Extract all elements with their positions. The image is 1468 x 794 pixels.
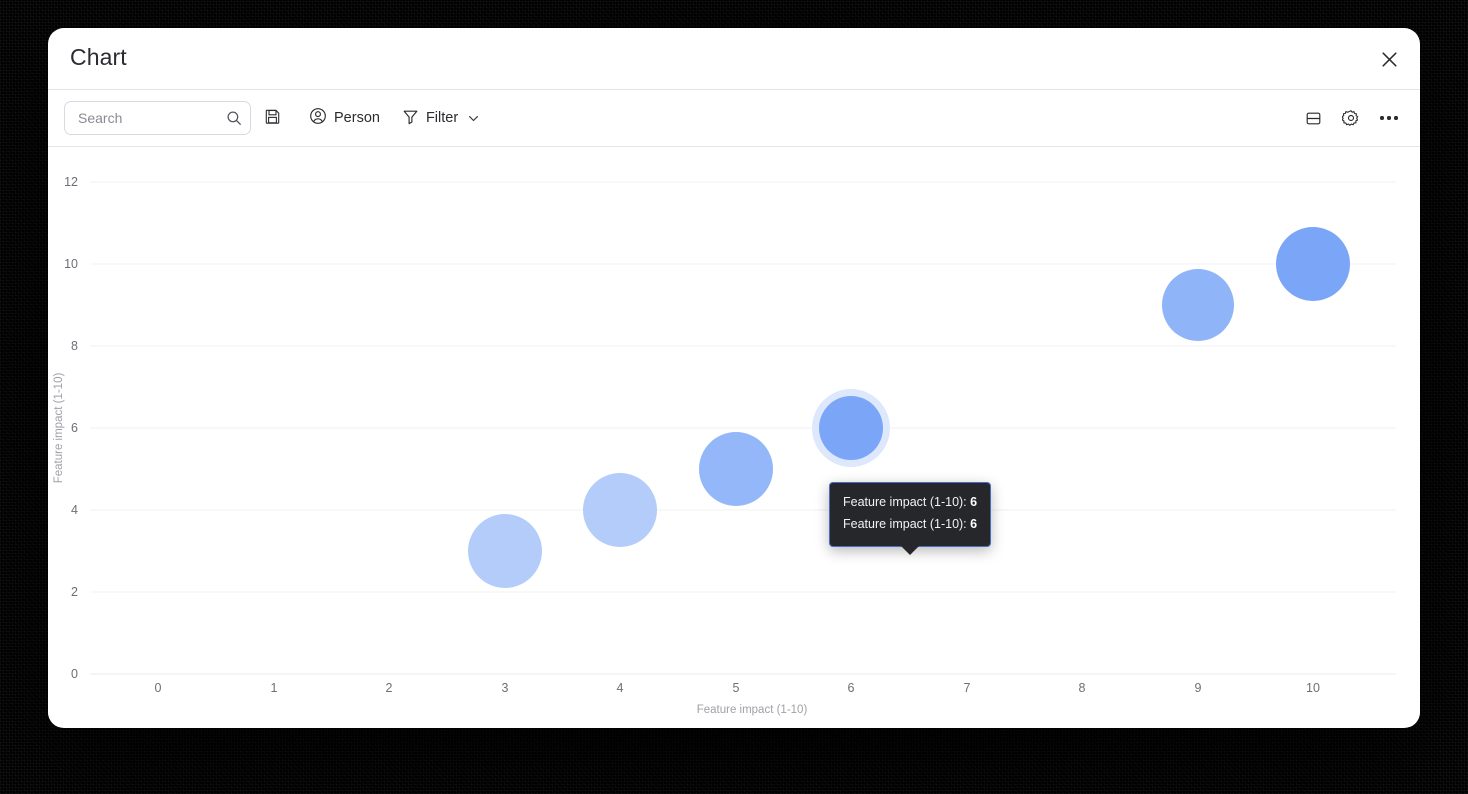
tooltip-row: Feature impact (1-10): 6 — [843, 492, 977, 514]
x-tick-label: 4 — [617, 681, 624, 695]
x-tick-label: 10 — [1306, 681, 1320, 695]
x-axis-title: Feature impact (1-10) — [697, 704, 808, 716]
y-axis-title: Feature impact (1-10) — [53, 373, 65, 484]
more-options-button[interactable] — [1372, 101, 1406, 135]
search-input[interactable] — [76, 109, 216, 127]
data-point-bubble[interactable] — [583, 473, 657, 547]
data-point-bubble-active[interactable] — [819, 396, 883, 460]
layout-panel-button[interactable] — [1296, 101, 1330, 135]
data-point-bubble[interactable] — [1276, 227, 1350, 301]
close-button[interactable] — [1372, 42, 1406, 76]
tooltip-row-value: 6 — [970, 495, 978, 509]
split-panel-icon — [1306, 112, 1320, 124]
x-tick-label: 3 — [502, 681, 509, 695]
x-axis-ticks: 0 1 2 3 4 5 6 7 8 9 10 — [155, 681, 1320, 695]
y-axis-ticks: 12 10 8 6 4 2 0 — [64, 175, 78, 681]
y-tick-label: 10 — [64, 257, 78, 271]
tooltip-row-value: 6 — [970, 516, 978, 531]
tooltip-row-label: Feature impact (1-10): — [843, 495, 967, 509]
y-tick-label: 2 — [71, 585, 78, 599]
more-horizontal-icon — [1380, 116, 1398, 120]
person-button[interactable]: Person — [301, 101, 388, 135]
x-tick-label: 9 — [1195, 681, 1202, 695]
filter-icon — [402, 108, 419, 129]
x-tick-label: 2 — [386, 681, 393, 695]
close-icon — [1381, 51, 1397, 67]
y-tick-label: 0 — [71, 667, 78, 681]
chart-toolbar: Person Filter — [48, 90, 1420, 147]
search-icon — [226, 110, 242, 126]
scatter-plot-svg[interactable]: 12 10 8 6 4 2 0 Feature impact (1-10) 0 … — [48, 147, 1420, 727]
x-tick-label: 0 — [155, 681, 162, 695]
gear-icon — [1342, 110, 1359, 126]
x-tick-label: 8 — [1079, 681, 1086, 695]
y-tick-label: 6 — [71, 421, 78, 435]
chart-window: Chart Search Person Filter 12 10 8 6 4 2… — [48, 28, 1420, 728]
tooltip-row: Feature impact (1-10): 6 — [843, 514, 977, 536]
person-icon — [309, 107, 327, 129]
data-point-bubble[interactable] — [1162, 269, 1234, 341]
person-label: Person — [334, 110, 380, 126]
tooltip-arrow — [901, 545, 920, 555]
tooltip-row-label: Feature impact (1-10): — [843, 516, 967, 531]
x-tick-label: 5 — [733, 681, 740, 695]
search-box[interactable] — [64, 101, 251, 135]
gridlines — [90, 181, 1396, 675]
y-tick-label: 12 — [64, 175, 78, 189]
settings-button[interactable] — [1334, 101, 1368, 135]
x-tick-label: 7 — [964, 681, 971, 695]
y-tick-label: 8 — [71, 339, 78, 353]
page-title: Chart — [70, 44, 127, 70]
x-tick-label: 6 — [848, 681, 855, 695]
filter-label: Filter — [425, 110, 459, 126]
chart-canvas[interactable]: 12 10 8 6 4 2 0 Feature impact (1-10) 0 … — [48, 147, 1420, 727]
y-tick-label: 4 — [71, 503, 78, 517]
data-point-bubble[interactable] — [468, 514, 542, 588]
chart-tooltip: Feature impact (1-10): 6 Feature impact … — [829, 482, 992, 555]
x-tick-label: 1 — [271, 681, 278, 695]
save-icon — [264, 108, 281, 129]
data-point-bubble[interactable] — [699, 432, 773, 506]
filter-button[interactable]: Filter — [394, 101, 488, 135]
chevron-down-icon[interactable] — [467, 112, 480, 125]
save-button[interactable] — [257, 101, 295, 135]
window-titlebar: Chart — [48, 28, 1420, 90]
